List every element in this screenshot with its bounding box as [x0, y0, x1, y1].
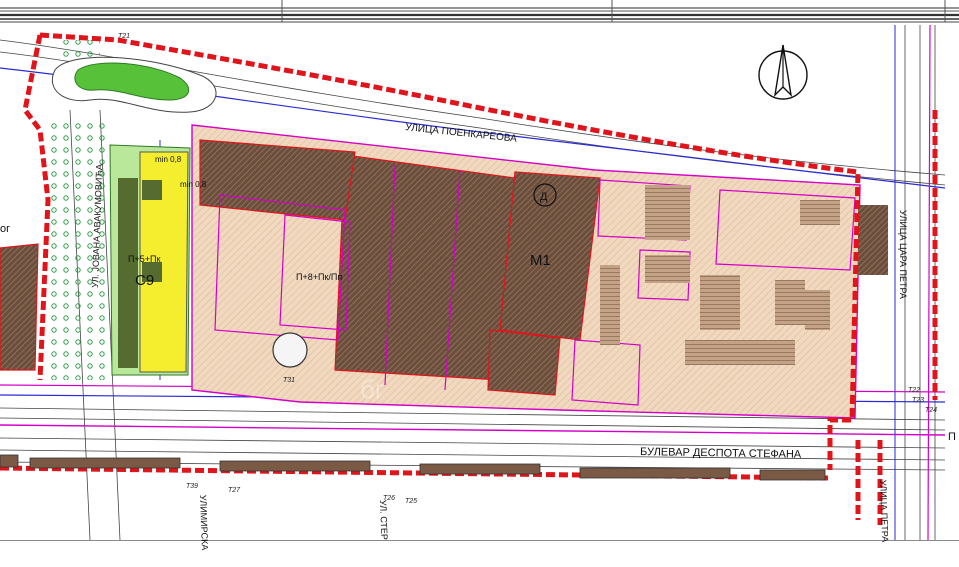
street-label-south-east: УЛИЦА ПЕТРА — [878, 480, 890, 543]
zone-label-d: Д — [540, 191, 548, 203]
marker-t27: T27 — [228, 487, 241, 494]
watermark: бг — [360, 374, 384, 404]
west-building — [0, 243, 39, 371]
floors-label-main: П+8+Пк/Пп — [296, 272, 342, 282]
marker-t24: T24 — [925, 407, 937, 414]
east-building-strip — [858, 205, 888, 275]
plot-label-m1: M1 — [530, 252, 551, 269]
street-label-east: УЛИЦА ЦАРА ПЕТРА — [898, 210, 908, 299]
sheet-bottom-margin — [0, 541, 959, 567]
marker-t25: T25 — [405, 498, 417, 505]
marker-t26: T26 — [383, 495, 395, 502]
sheet-header-frame — [0, 0, 959, 23]
marker-t22: T22 — [908, 387, 920, 394]
green-park-area — [52, 40, 217, 113]
urban-plan-map: УЛИЦА ПОЕНКАРЕОВА БУЛЕВАР ДЕСПОТА СТЕФАН… — [0, 0, 959, 567]
street-label-boulevard: БУЛЕВАР ДЕСПОТА СТЕФАНА — [640, 446, 802, 461]
edge-label-g: ог — [0, 223, 10, 235]
round-feature — [272, 332, 308, 368]
min-label-top: min 0,8 — [155, 155, 182, 164]
min-label-mid: min 0,8 — [180, 180, 207, 189]
marker-t21: T21 — [118, 33, 130, 40]
marker-t31: T31 — [283, 377, 295, 384]
north-arrow-icon — [758, 44, 808, 100]
marker-t39: T39 — [186, 483, 198, 490]
street-label-south-1: УЛИМИРСКА — [198, 495, 210, 551]
plot-label-c9: C9 — [135, 272, 154, 289]
cadastral-plan-viewer: УЛИЦА ПОЕНКАРЕОВА БУЛЕВАР ДЕСПОТА СТЕФАН… — [0, 0, 959, 567]
floors-label-c9: П+5+Пк — [128, 254, 160, 264]
marker-t23: T23 — [912, 397, 924, 404]
edge-label-p: П — [948, 431, 956, 443]
street-label-south-2: УЛ. СТЕР — [378, 500, 389, 540]
